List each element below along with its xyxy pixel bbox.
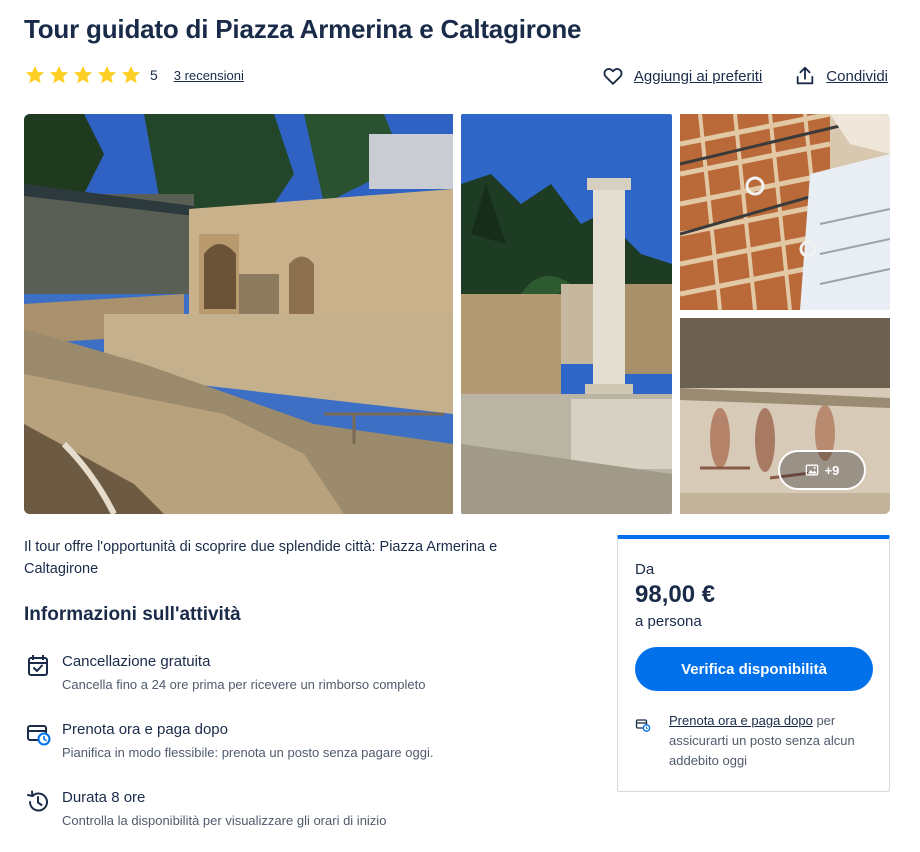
info-free-cancellation: Cancellazione gratuita Cancella fino a 2… [24, 652, 425, 694]
rating-row: 5 3 recensioni [24, 62, 244, 88]
card-clock-icon [27, 725, 51, 746]
card-clock-icon [635, 719, 651, 732]
activity-info-title: Informazioni sull'attività [24, 604, 241, 625]
info-subtitle: Controlla la disponibilità per visualizz… [62, 813, 387, 828]
reserve-pay-later-link[interactable]: Prenota ora e paga dopo [669, 713, 813, 728]
info-subtitle: Cancella fino a 24 ore prima per ricever… [62, 677, 426, 692]
more-photos-button[interactable]: +9 [778, 450, 866, 490]
gallery-photo-column[interactable] [461, 114, 672, 514]
star-icon [121, 65, 141, 84]
star-icon [73, 65, 93, 84]
photo-gallery: +9 [24, 114, 890, 514]
activity-intro: Il tour offre l'opportunità di scoprire … [24, 539, 498, 577]
add-to-wishlist-button[interactable]: Aggiungi ai preferiti [602, 65, 762, 87]
star-icon [97, 65, 117, 84]
gallery-photo-mosaic[interactable]: +9 [680, 318, 890, 514]
calendar-check-icon [28, 655, 48, 676]
price-unit: a persona [635, 613, 702, 630]
share-label: Condividi [826, 67, 888, 85]
more-photos-count: +9 [824, 462, 840, 478]
gallery-photo-ruins[interactable] [24, 114, 453, 514]
image-icon [805, 464, 818, 476]
info-subtitle: Pianifica in modo flessibile: prenota un… [62, 745, 434, 760]
reserve-pay-later-note: Prenota ora e paga dopo per assicurarti … [635, 711, 869, 771]
info-title: Prenota ora e paga dopo [62, 721, 228, 738]
check-availability-button[interactable]: Verifica disponibilità [635, 647, 873, 691]
reserve-pay-later-text: Prenota ora e paga dopo per assicurarti … [669, 711, 869, 771]
header-actions: Aggiungi ai preferiti Condividi [602, 62, 888, 90]
star-icon [49, 65, 69, 84]
heart-icon [603, 68, 623, 85]
info-title: Cancellazione gratuita [62, 653, 211, 670]
share-icon [797, 66, 814, 85]
rating-value: 5 [150, 67, 158, 83]
info-reserve-pay-later: Prenota ora e paga dopo Pianifica in mod… [24, 720, 433, 762]
booking-card: Da 98,00 € a persona Verifica disponibil… [617, 535, 890, 792]
info-duration: Durata 8 ore Controlla la disponibilità … [24, 788, 386, 830]
page-title: Tour guidato di Piazza Armerina e Caltag… [24, 14, 582, 44]
history-icon [27, 790, 48, 812]
price-from-label: Da [635, 561, 655, 578]
add-to-wishlist-label: Aggiungi ai preferiti [633, 67, 763, 85]
reviews-link[interactable]: 3 recensioni [174, 68, 244, 83]
info-title: Durata 8 ore [62, 789, 146, 806]
share-button[interactable]: Condividi [794, 65, 888, 87]
rating-stars [24, 64, 144, 86]
price-amount: 98,00 € [635, 581, 716, 608]
gallery-photo-canopy[interactable] [680, 114, 890, 310]
star-icon [25, 65, 45, 84]
